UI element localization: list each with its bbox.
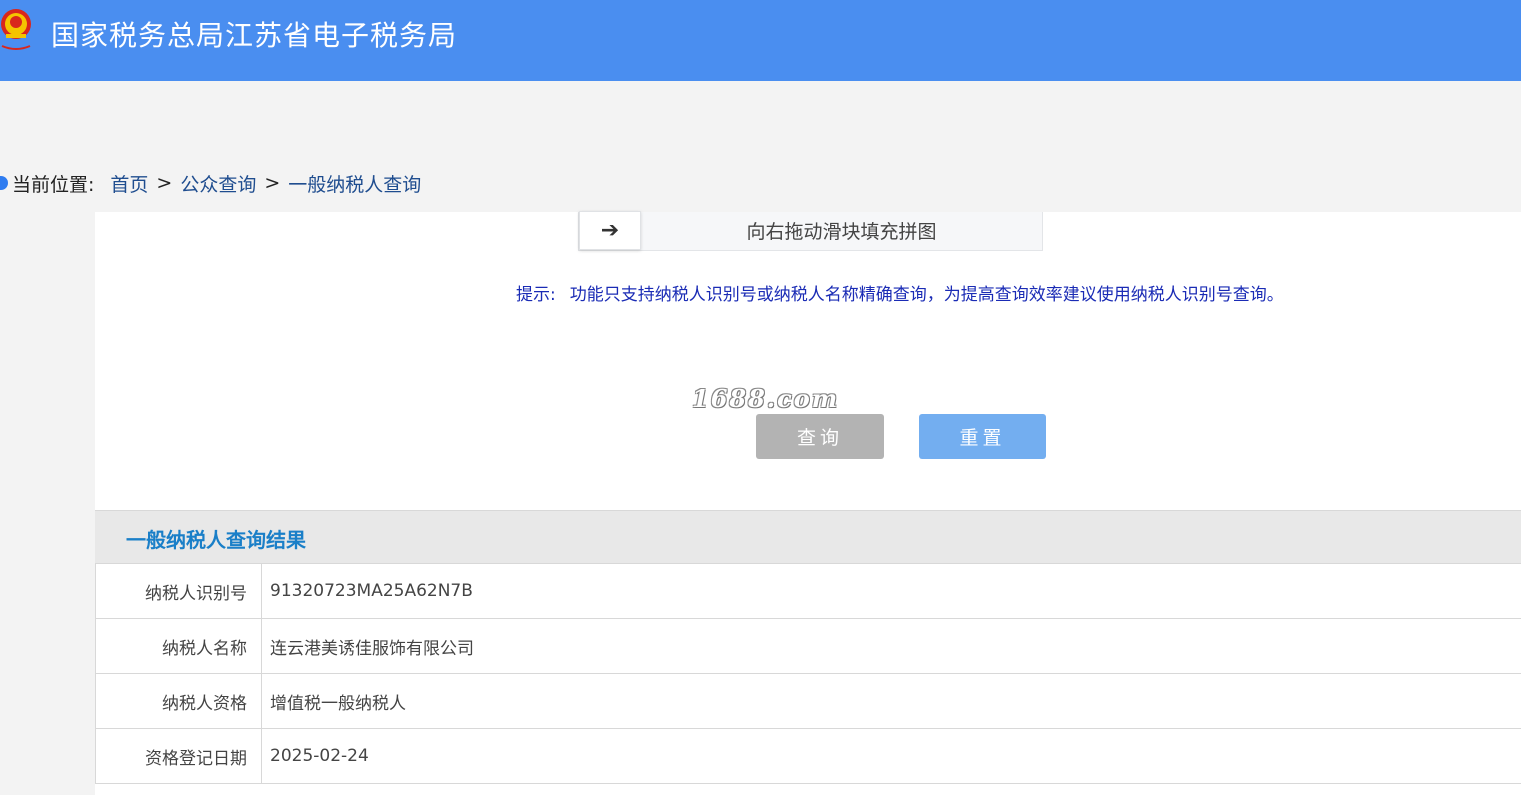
tip-label: 提示: — [516, 285, 556, 305]
breadcrumb-public-query-link[interactable]: 公众查询 — [180, 170, 256, 197]
slider-hint-text: 向右拖动滑块填充拼图 — [746, 221, 937, 243]
slider-captcha: ➔ 向右拖动滑块填充拼图 — [578, 211, 1043, 251]
watermark: 1688.com — [692, 384, 840, 413]
table-row: 纳税人名称 连云港美诱佳服饰有限公司 — [96, 619, 1521, 674]
breadcrumb: 当前位置: 首页 > 公众查询 > 一般纳税人查询 — [0, 168, 421, 198]
reset-button[interactable]: 重置 — [919, 414, 1046, 459]
main-panel: ➔ 向右拖动滑块填充拼图 提示: 功能只支持纳税人识别号或纳税人名称精确查询，为提… — [95, 211, 1521, 795]
location-marker-icon — [0, 176, 8, 190]
row-label: 纳税人识别号 — [96, 564, 262, 618]
slider-handle[interactable]: ➔ — [579, 211, 641, 250]
site-title: 国家税务总局江苏省电子税务局 — [51, 19, 458, 52]
row-label: 资格登记日期 — [96, 729, 262, 783]
site-header: 国家税务总局江苏省电子税务局 — [0, 0, 1521, 81]
table-row: 纳税人资格 增值税一般纳税人 — [96, 674, 1521, 729]
result-table: 纳税人识别号 91320723MA25A62N7B 纳税人名称 连云港美诱佳服饰… — [95, 564, 1521, 784]
result-header: 一般纳税人查询结果 — [95, 510, 1521, 564]
row-value: 91320723MA25A62N7B — [270, 581, 473, 601]
tip-text: 功能只支持纳税人识别号或纳税人名称精确查询，为提高查询效率建议使用纳税人识别号查… — [569, 285, 1284, 305]
row-label: 纳税人资格 — [96, 674, 262, 728]
query-tip: 提示: 功能只支持纳税人识别号或纳税人名称精确查询，为提高查询效率建议使用纳税人识… — [516, 280, 1284, 305]
breadcrumb-separator: > — [264, 172, 281, 194]
row-label: 纳税人名称 — [96, 619, 262, 673]
breadcrumb-separator: > — [156, 172, 173, 194]
query-button[interactable]: 查询 — [756, 414, 884, 459]
breadcrumb-home-link[interactable]: 首页 — [110, 170, 148, 197]
result-title: 一般纳税人查询结果 — [126, 528, 306, 552]
tax-emblem-icon[interactable] — [0, 6, 36, 56]
table-row: 纳税人识别号 91320723MA25A62N7B — [96, 564, 1521, 619]
row-value: 2025-02-24 — [270, 746, 369, 766]
table-row: 资格登记日期 2025-02-24 — [96, 729, 1521, 784]
breadcrumb-prefix: 当前位置: — [12, 173, 95, 196]
row-value: 连云港美诱佳服饰有限公司 — [270, 638, 474, 659]
row-value: 增值税一般纳税人 — [270, 693, 406, 714]
breadcrumb-current: 一般纳税人查询 — [288, 173, 422, 196]
arrow-right-icon: ➔ — [600, 218, 620, 243]
